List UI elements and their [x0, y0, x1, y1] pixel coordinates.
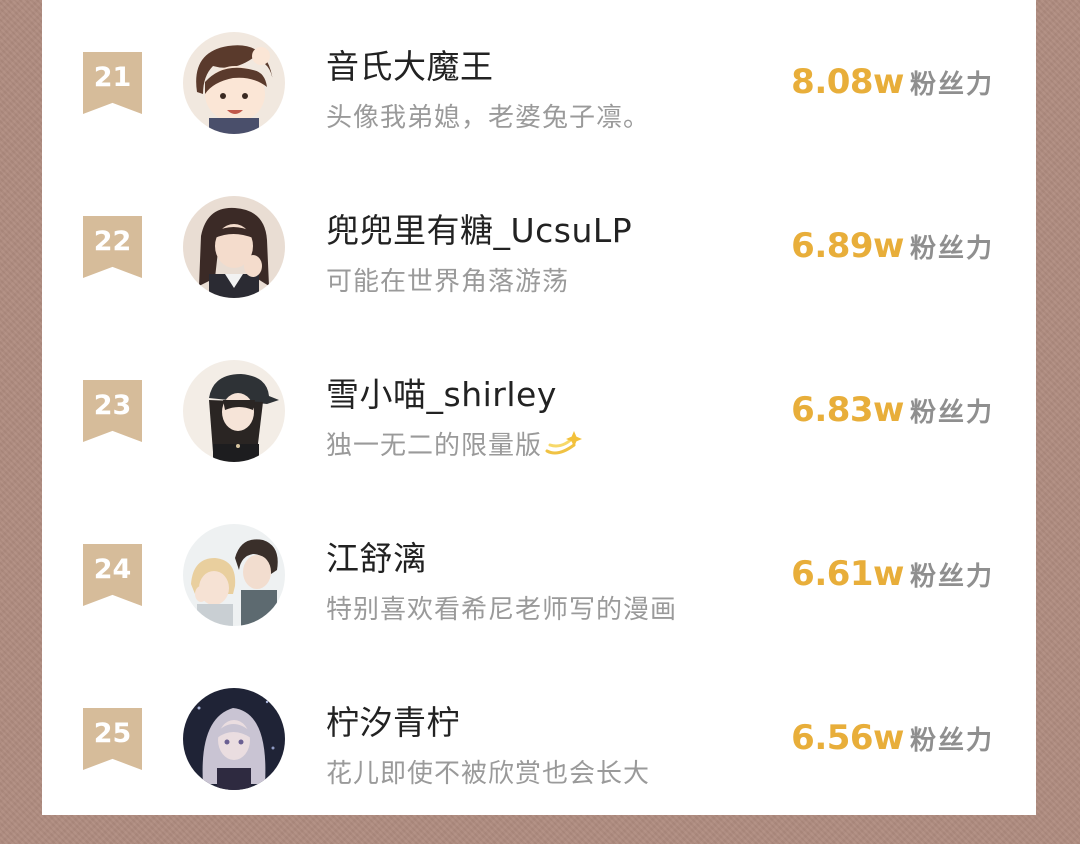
fans-value: 6.83w: [791, 390, 904, 430]
fans-value: 8.08w: [791, 62, 904, 102]
user-name[interactable]: 兜兜里有糖_UcsuLP: [326, 204, 632, 252]
rank-badge: 24: [83, 544, 142, 606]
user-name[interactable]: 音氏大魔王: [326, 40, 494, 88]
rank-badge: 23: [83, 380, 142, 442]
fans-label: 粉丝力: [909, 562, 994, 592]
fans-score: 6.56w 粉丝力: [791, 718, 994, 758]
rank-row[interactable]: 25 柠汐青柠 花儿即使不被欣赏也会长大 6.56w 粉丝力: [42, 656, 1036, 820]
ranking-card: 21 音氏大魔王 头像我弟媳，老婆兔子凛。 8.08w 粉丝力 22 兜兜里有糖…: [42, 0, 1036, 815]
girl-photo-avatar[interactable]: [183, 196, 285, 298]
rank-row[interactable]: 24 江舒漓 特别喜欢看希尼老师写的漫画 6.61w 粉丝力: [42, 492, 1036, 656]
anime-couple-avatar[interactable]: [183, 524, 285, 626]
fans-score: 6.89w 粉丝力: [791, 226, 994, 266]
fans-label: 粉丝力: [909, 726, 994, 756]
user-name[interactable]: 江舒漓: [326, 532, 427, 580]
user-name[interactable]: 柠汐青柠: [326, 696, 460, 744]
fans-value: 6.56w: [791, 718, 904, 758]
fans-label: 粉丝力: [909, 70, 994, 100]
fans-score: 8.08w 粉丝力: [791, 62, 994, 102]
rank-badge: 22: [83, 216, 142, 278]
rank-row[interactable]: 21 音氏大魔王 头像我弟媳，老婆兔子凛。 8.08w 粉丝力: [42, 0, 1036, 164]
user-name[interactable]: 雪小喵_shirley: [326, 368, 557, 416]
rank-badge: 25: [83, 708, 142, 770]
user-bio: 特别喜欢看希尼老师写的漫画: [326, 595, 678, 625]
user-bio: 头像我弟媳，老婆兔子凛。: [326, 103, 651, 133]
rank-row[interactable]: 22 兜兜里有糖_UcsuLP 可能在世界角落游荡 6.89w 粉丝力: [42, 164, 1036, 328]
user-bio: 独一无二的限量版: [326, 425, 583, 466]
fans-value: 6.61w: [791, 554, 904, 594]
fans-label: 粉丝力: [909, 234, 994, 264]
fans-score: 6.83w 粉丝力: [791, 390, 994, 430]
rank-row[interactable]: 23 雪小喵_shirley 独一无二的限量版 6.83w 粉丝力: [42, 328, 1036, 492]
fans-label: 粉丝力: [909, 398, 994, 428]
girl-cap-avatar[interactable]: [183, 360, 285, 462]
fans-value: 6.89w: [791, 226, 904, 266]
user-bio: 可能在世界角落游荡: [326, 267, 570, 297]
user-bio: 花儿即使不被欣赏也会长大: [326, 759, 651, 789]
anime-girl-avatar[interactable]: [183, 688, 285, 790]
user-bio-text: 独一无二的限量版: [326, 431, 543, 461]
cartoon-boy-avatar[interactable]: [183, 32, 285, 134]
rank-badge: 21: [83, 52, 142, 114]
fans-score: 6.61w 粉丝力: [791, 554, 994, 594]
dizzy-sparkle-icon: [544, 427, 583, 466]
